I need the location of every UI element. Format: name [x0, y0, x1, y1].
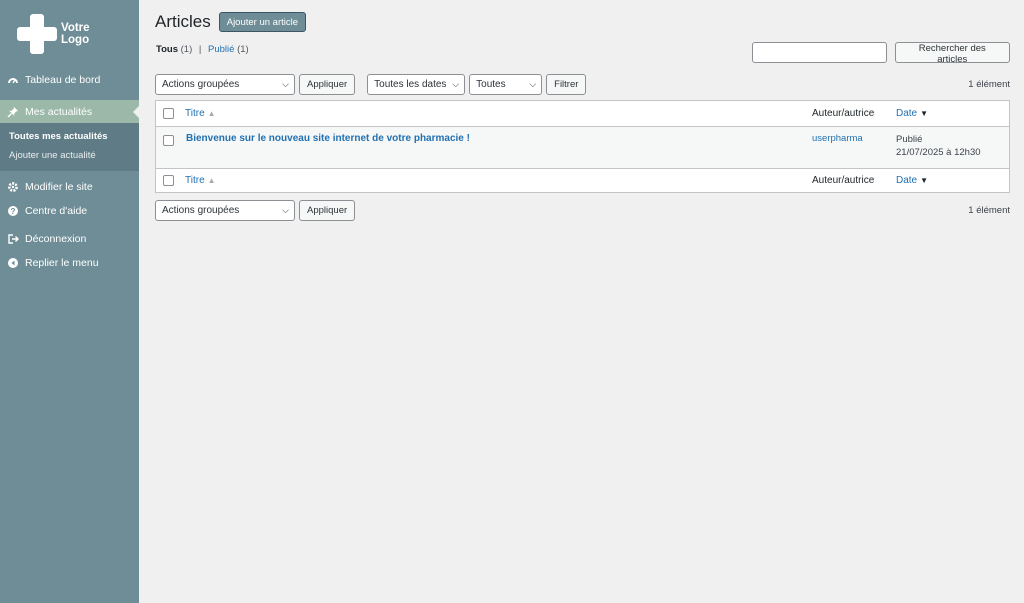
sidebar-item-news[interactable]: Mes actualités — [0, 100, 139, 123]
sidebar-item-label: Centre d'aide — [25, 205, 88, 217]
column-date-footer[interactable]: Date ▼ — [896, 175, 928, 186]
dashboard-icon — [7, 74, 19, 86]
search-button[interactable]: Rechercher des articles — [894, 42, 1010, 65]
sidebar-item-help[interactable]: ? Centre d'aide — [0, 199, 139, 223]
site-logo[interactable]: Votre Logo — [17, 14, 90, 54]
sidebar-item-label: Replier le menu — [25, 257, 99, 269]
dates-value: Toutes les dates — [374, 79, 447, 90]
select-all-checkbox-footer[interactable] — [163, 175, 174, 186]
bulk-actions-select-bottom[interactable]: Actions groupées ⌵ — [155, 200, 295, 221]
page-title: Articles — [155, 12, 211, 31]
column-title-header[interactable]: Titre ▲︎ — [185, 108, 216, 119]
chevron-down-icon: ⌵ — [282, 79, 289, 89]
filter-separator: | — [198, 44, 202, 55]
filter-published[interactable]: Publié — [208, 44, 234, 55]
sort-icon: ▲︎ — [207, 109, 216, 118]
column-title-label: Titre — [185, 108, 205, 119]
items-count-bottom: 1 élément — [968, 205, 1010, 216]
post-status: Publié — [896, 134, 923, 145]
posts-table: Titre ▲︎ Auteur/autrice Date ▼ Bienvenue s… — [155, 100, 1010, 193]
help-icon: ? — [7, 205, 19, 217]
post-author-link[interactable]: userpharma — [812, 133, 863, 144]
chevron-down-icon: ⌵ — [452, 79, 460, 89]
categories-value: Toutes — [476, 79, 506, 90]
apply-button[interactable]: Appliquer — [299, 74, 356, 95]
status-filters: Tous (1) | Publié (1) — [156, 44, 249, 55]
sort-desc-icon: ▼ — [920, 109, 929, 118]
dates-select[interactable]: Toutes les dates ⌵ — [367, 74, 466, 95]
filter-button[interactable]: Filtrer — [546, 74, 587, 95]
post-date-value: 21/07/2025 à 12h30 — [896, 147, 981, 158]
sidebar-item-label: Mes actualités — [25, 105, 93, 118]
column-author-footer: Auteur/autrice — [812, 175, 875, 186]
logo-text: Votre Logo — [61, 22, 90, 46]
column-author-header: Auteur/autrice — [812, 108, 875, 119]
bulk-actions-value: Actions groupées — [162, 205, 240, 216]
admin-sidebar: Votre Logo Tableau de bord Mes actualité… — [0, 0, 139, 603]
submenu-add-news[interactable]: Ajouter une actualité — [0, 146, 139, 165]
page-heading: Articles Ajouter un article — [155, 12, 307, 32]
select-all-checkbox[interactable] — [163, 108, 174, 119]
filter-all-count: (1) — [180, 44, 193, 55]
cross-logo-icon — [17, 14, 57, 54]
table-footer-row: Titre ▲︎ Auteur/autrice Date ▼ — [156, 168, 1009, 192]
sidebar-menu: Tableau de bord Mes actualités Toutes me… — [0, 68, 139, 275]
column-date-label: Date — [896, 108, 918, 119]
table-row: Bienvenue sur le nouveau site internet d… — [156, 127, 1009, 168]
logout-icon — [7, 233, 19, 245]
svg-text:?: ? — [11, 207, 16, 216]
table-header-row: Titre ▲︎ Auteur/autrice Date ▼ — [156, 101, 1009, 127]
pin-icon — [7, 106, 19, 118]
sidebar-item-dashboard[interactable]: Tableau de bord — [0, 68, 139, 92]
gear-icon — [7, 181, 19, 193]
column-title-footer[interactable]: Titre ▲︎ — [185, 175, 216, 186]
post-title-link[interactable]: Bienvenue sur le nouveau site internet d… — [186, 133, 470, 144]
filter-published-count: (1) — [237, 44, 249, 55]
search-box: Rechercher des articles — [752, 42, 1010, 65]
tablenav-top: Actions groupées ⌵ Appliquer Toutes les … — [155, 74, 1010, 95]
column-title-label: Titre — [185, 175, 205, 186]
sidebar-item-logout[interactable]: Déconnexion — [0, 227, 139, 251]
column-date-label: Date — [896, 175, 918, 186]
chevron-down-icon: ⌵ — [529, 79, 537, 89]
items-count: 1 élément — [968, 79, 1010, 90]
sidebar-item-label: Déconnexion — [25, 233, 87, 245]
sort-desc-icon: ▼ — [920, 176, 929, 185]
tablenav-bottom: Actions groupées ⌵ Appliquer 1 élément — [155, 200, 1010, 221]
add-article-button[interactable]: Ajouter un article — [218, 12, 307, 32]
sidebar-item-collapse[interactable]: Replier le menu — [0, 251, 139, 275]
search-input[interactable] — [752, 42, 887, 63]
row-checkbox[interactable] — [163, 135, 174, 146]
submenu-all-news[interactable]: Toutes mes actualités — [0, 127, 139, 146]
categories-select[interactable]: Toutes ⌵ — [469, 74, 543, 95]
apply-button-bottom[interactable]: Appliquer — [299, 200, 356, 221]
column-date-header[interactable]: Date ▼ — [896, 108, 928, 119]
news-submenu: Toutes mes actualités Ajouter une actual… — [0, 123, 139, 171]
collapse-icon — [7, 257, 19, 269]
sidebar-item-label: Modifier le site — [25, 181, 93, 193]
filter-all[interactable]: Tous — [156, 44, 178, 55]
bulk-actions-select[interactable]: Actions groupées ⌵ — [155, 74, 295, 95]
sidebar-item-edit-site[interactable]: Modifier le site — [0, 175, 139, 199]
post-date: Publié 21/07/2025 à 12h30 — [896, 133, 981, 159]
sidebar-item-label: Tableau de bord — [25, 74, 101, 86]
sort-icon: ▲︎ — [207, 176, 216, 185]
chevron-down-icon: ⌵ — [282, 205, 289, 215]
bulk-actions-value: Actions groupées — [162, 79, 240, 90]
